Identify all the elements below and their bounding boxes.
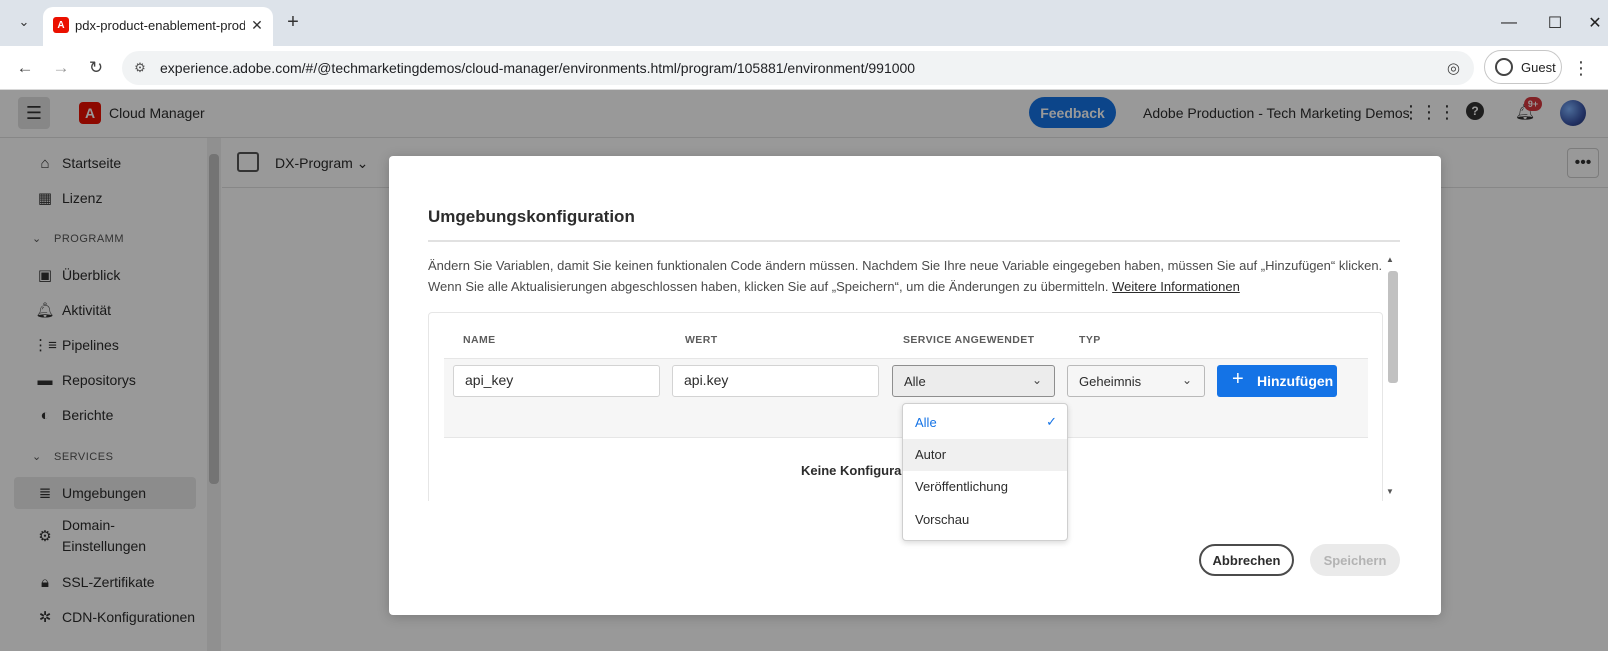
minimize-icon[interactable]: — [1494,10,1524,36]
type-select[interactable]: Geheimnis ⌄ [1067,365,1205,397]
column-header-type: TYP [1079,334,1101,346]
column-header-value: WERT [685,334,718,346]
plus-icon: + [1232,368,1244,390]
forward-icon[interactable]: → [48,55,74,81]
menu-item-veroeffentlichung[interactable]: Veröffentlichung [903,471,1067,503]
browser-toolbar: ← → ↻ ⚙ experience.adobe.com/#/@techmark… [0,46,1608,90]
adobe-favicon-icon: A [53,17,69,33]
reload-icon[interactable]: ↻ [83,55,109,81]
back-icon[interactable]: ← [12,55,38,81]
service-options-menu: Alle ✓ Autor Veröffentlichung Vorschau [902,403,1068,541]
service-applied-select[interactable]: Alle ⌄ [892,365,1055,397]
scroll-up-icon[interactable]: ▲ [1386,255,1394,264]
url-text[interactable]: experience.adobe.com/#/@techmarketingdem… [160,60,915,76]
tab-close-icon[interactable]: ✕ [247,15,267,35]
column-header-name: NAME [463,334,496,346]
dialog-scrollbar[interactable]: ▲ ▼ [1386,255,1400,501]
dialog-scrollbar-thumb[interactable] [1388,271,1398,383]
column-header-service: SERVICE ANGEWENDET [903,334,1035,346]
window-close-icon[interactable]: ✕ [1580,10,1608,36]
browser-menu-icon[interactable]: ⋮ [1570,56,1592,80]
address-bar[interactable]: ⚙ experience.adobe.com/#/@techmarketingd… [122,51,1474,85]
dialog-title: Umgebungskonfiguration [428,207,635,226]
tab-search-chevron-icon[interactable]: ⌄ [12,10,36,34]
menu-item-label: Vorschau [915,512,970,527]
menu-item-autor[interactable]: Autor [903,439,1067,471]
chevron-down-icon: ⌄ [1181,373,1192,387]
profile-button[interactable]: Guest [1484,50,1562,84]
add-button-label: Hinzufügen [1257,373,1334,389]
tab-title: pdx-product-enablement-prod [75,18,245,33]
save-button[interactable]: Speichern [1310,544,1400,576]
dialog-description: Ändern Sie Variablen, damit Sie keinen f… [428,255,1383,297]
browser-tabstrip: ⌄ A pdx-product-enablement-prod ✕ + — ☐ … [0,0,1608,46]
browser-tab[interactable]: A pdx-product-enablement-prod ✕ [43,7,273,46]
menu-item-alle[interactable]: Alle ✓ [903,407,1067,439]
service-selected-value: Alle [904,374,926,389]
cancel-button[interactable]: Abbrechen [1199,544,1294,576]
type-selected-value: Geheimnis [1079,374,1142,389]
menu-item-label: Autor [915,447,947,462]
new-tab-icon[interactable]: + [282,11,304,33]
menu-item-label: Alle [915,415,937,430]
more-info-link[interactable]: Weitere Informationen [1112,279,1240,294]
site-settings-icon[interactable]: ⚙ [132,60,148,76]
menu-item-label: Veröffentlichung [915,479,1008,494]
profile-icon [1495,58,1513,76]
scroll-down-icon[interactable]: ▼ [1386,487,1394,496]
empty-state-message: Keine Konfigura [801,463,902,478]
menu-item-vorschau[interactable]: Vorschau [903,504,1067,536]
screen: ⌄ A pdx-product-enablement-prod ✕ + — ☐ … [0,0,1608,651]
add-variable-button[interactable]: + Hinzufügen [1217,365,1337,397]
environment-config-dialog: Umgebungskonfiguration Ändern Sie Variab… [389,156,1441,615]
variable-value-input[interactable]: api.key [672,365,879,397]
maximize-icon[interactable]: ☐ [1540,10,1570,36]
variable-name-input[interactable]: api_key [453,365,660,397]
dialog-divider [428,240,1400,242]
chevron-down-icon: ⌄ [1031,373,1042,387]
tracking-protection-icon[interactable]: ◎ [1447,59,1460,77]
profile-label: Guest [1521,60,1556,75]
checkmark-icon: ✓ [1046,414,1057,429]
